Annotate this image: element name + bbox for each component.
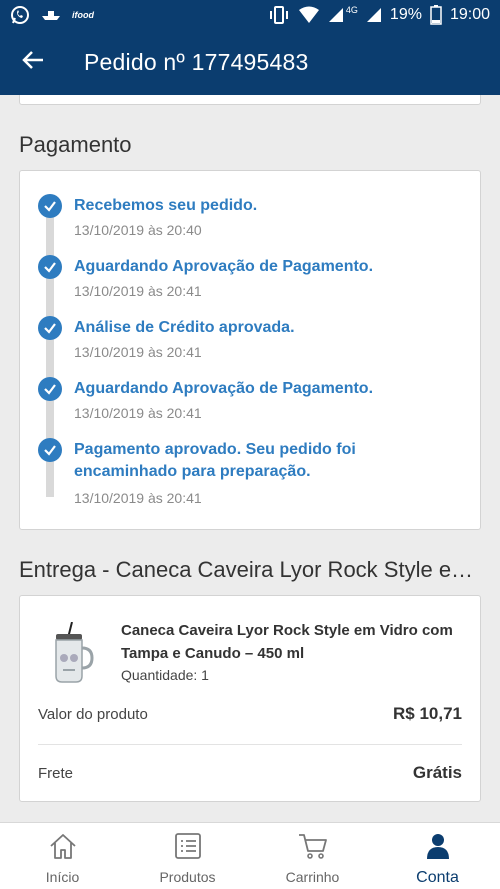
page-title: Pedido nº 177495483 xyxy=(84,49,309,75)
bottom-nav: Início Produtos Carrinho Conta xyxy=(0,822,500,889)
vibrate-icon xyxy=(268,6,290,24)
product-image[interactable] xyxy=(48,621,94,684)
previous-card xyxy=(19,95,481,105)
nav-item-produtos[interactable]: Produtos xyxy=(125,823,250,889)
payment-section-title: Pagamento xyxy=(19,132,132,157)
product-value-label: Valor do produto xyxy=(38,705,148,723)
product-value-row: Valor do produto R$ 10,71 xyxy=(38,704,462,724)
nav-label: Produtos xyxy=(159,869,216,885)
whatsapp-icon xyxy=(10,5,30,25)
user-icon xyxy=(424,832,452,865)
network-type: 4G xyxy=(345,5,358,15)
signal-icon xyxy=(328,7,344,23)
delivery-section-title: Entrega - Caneca Caveira Lyor Rock Style… xyxy=(19,557,474,582)
step-date: 13/10/2019 às 20:41 xyxy=(74,405,202,421)
ifood-icon: ifood xyxy=(72,10,94,20)
step-text: Recebemos seu pedido. xyxy=(74,197,258,214)
step-date: 13/10/2019 às 20:41 xyxy=(74,283,202,299)
step-date: 13/10/2019 às 20:40 xyxy=(74,222,202,238)
nav-item-carrinho[interactable]: Carrinho xyxy=(250,823,375,889)
clock: 19:00 xyxy=(449,6,490,23)
nav-label: Conta xyxy=(416,869,459,886)
check-icon xyxy=(38,316,62,340)
divider xyxy=(38,744,462,745)
battery-percent: 19% xyxy=(389,6,422,23)
product-name[interactable]: Caneca Caveira Lyor Rock Style em Vidro … xyxy=(121,619,461,665)
nav-label: Carrinho xyxy=(285,869,340,885)
battery-icon xyxy=(430,5,442,25)
order-details[interactable]: Pagamento Recebemos seu pedido. 13/10/20… xyxy=(0,95,500,822)
shipping-value: Grátis xyxy=(412,763,462,782)
step-text: Pagamento aprovado. Seu pedido foi encam… xyxy=(74,441,356,480)
payment-timeline-card: Recebemos seu pedido. 13/10/2019 às 20:4… xyxy=(19,170,481,530)
cart-icon xyxy=(298,832,328,865)
delivery-card: Caneca Caveira Lyor Rock Style em Vidro … xyxy=(19,595,481,802)
step-text: Análise de Crédito aprovada. xyxy=(74,319,295,336)
app-bar: Pedido nº 177495483 xyxy=(0,30,500,95)
step-text: Aguardando Aprovação de Pagamento. xyxy=(74,258,374,275)
shipping-label: Frete xyxy=(38,764,74,782)
home-icon xyxy=(48,832,78,865)
arrow-left-icon xyxy=(22,50,44,75)
step-date: 13/10/2019 às 20:41 xyxy=(74,344,202,360)
check-icon xyxy=(38,255,62,279)
check-icon xyxy=(38,438,62,462)
step-date: 13/10/2019 às 20:41 xyxy=(74,490,202,506)
check-icon xyxy=(38,377,62,401)
nav-label: Início xyxy=(45,869,80,885)
wifi-icon xyxy=(298,6,320,24)
nav-item-conta[interactable]: Conta xyxy=(375,823,500,889)
step-text: Aguardando Aprovação de Pagamento. xyxy=(74,380,374,397)
product-value: R$ 10,71 xyxy=(393,704,462,723)
check-icon xyxy=(38,194,62,218)
list-icon xyxy=(174,832,202,865)
nav-item-inicio[interactable]: Início xyxy=(0,823,125,889)
signal-icon xyxy=(366,7,382,23)
product-quantity: Quantidade: 1 xyxy=(121,667,209,683)
boat-icon xyxy=(40,8,62,22)
status-bar: ifood 4G 19% 19:00 xyxy=(0,0,500,30)
back-button[interactable] xyxy=(0,30,66,95)
shipping-row: Frete Grátis xyxy=(38,763,462,783)
